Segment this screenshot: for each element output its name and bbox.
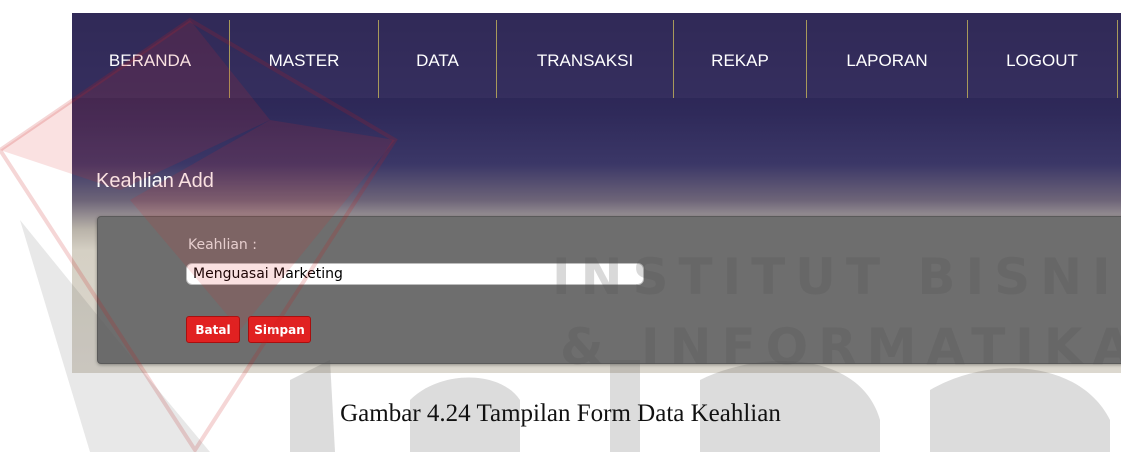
nav-item-rekap[interactable]: REKAP: [674, 13, 806, 98]
figure-caption: Gambar 4.24 Tampilan Form Data Keahlian: [340, 400, 781, 427]
nav-item-transaksi[interactable]: TRANSAKSI: [497, 13, 673, 98]
nav-item-beranda[interactable]: BERANDA: [72, 13, 228, 98]
watermark-text-line1: INSTITUT BISNIS: [552, 248, 1121, 306]
top-nav: BERANDA MASTER DATA TRANSAKSI REKAP LAPO…: [72, 13, 1121, 98]
nav-item-laporan[interactable]: LAPORAN: [807, 13, 967, 98]
watermark-text-line2: & INFORMATIKA: [560, 318, 1121, 376]
batal-button[interactable]: Batal: [186, 316, 240, 343]
page-title: Keahlian Add: [96, 170, 214, 192]
nav-item-logout[interactable]: LOGOUT: [968, 13, 1116, 98]
nav-divider: [1117, 20, 1118, 98]
keahlian-label: Keahlian :: [188, 237, 257, 253]
nav-item-data[interactable]: DATA: [379, 13, 496, 98]
simpan-button[interactable]: Simpan: [248, 316, 311, 343]
nav-item-master[interactable]: MASTER: [230, 13, 378, 98]
